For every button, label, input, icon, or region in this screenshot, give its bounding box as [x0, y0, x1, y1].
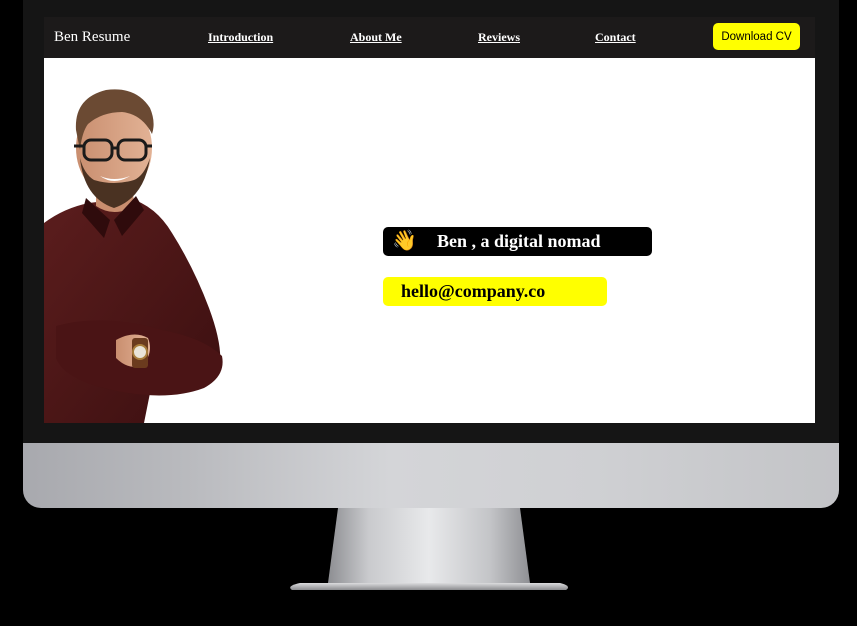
nav-link-about-me[interactable]: About Me [350, 30, 402, 44]
brand-logo[interactable]: Ben Resume [54, 28, 130, 46]
nav-link-contact[interactable]: Contact [595, 30, 636, 44]
monitor-chin [23, 443, 839, 508]
email-badge[interactable]: hello@company.co [383, 277, 607, 306]
profile-photo [44, 58, 264, 423]
intro-text: Ben , a digital nomad [437, 231, 601, 251]
email-address[interactable]: hello@company.co [401, 281, 545, 301]
website-screen: Ben Resume Introduction About Me Reviews… [44, 17, 815, 423]
navbar: Ben Resume Introduction About Me Reviews… [44, 17, 815, 58]
nav-link-reviews[interactable]: Reviews [478, 30, 520, 44]
waving-hand-icon: 👋 [392, 230, 417, 252]
desktop-mockup: Ben Resume Introduction About Me Reviews… [0, 0, 857, 626]
nav-link-introduction[interactable]: Introduction [208, 30, 273, 44]
intro-badge: 👋 Ben , a digital nomad [383, 227, 652, 256]
download-cv-button[interactable]: Download CV [713, 23, 800, 50]
